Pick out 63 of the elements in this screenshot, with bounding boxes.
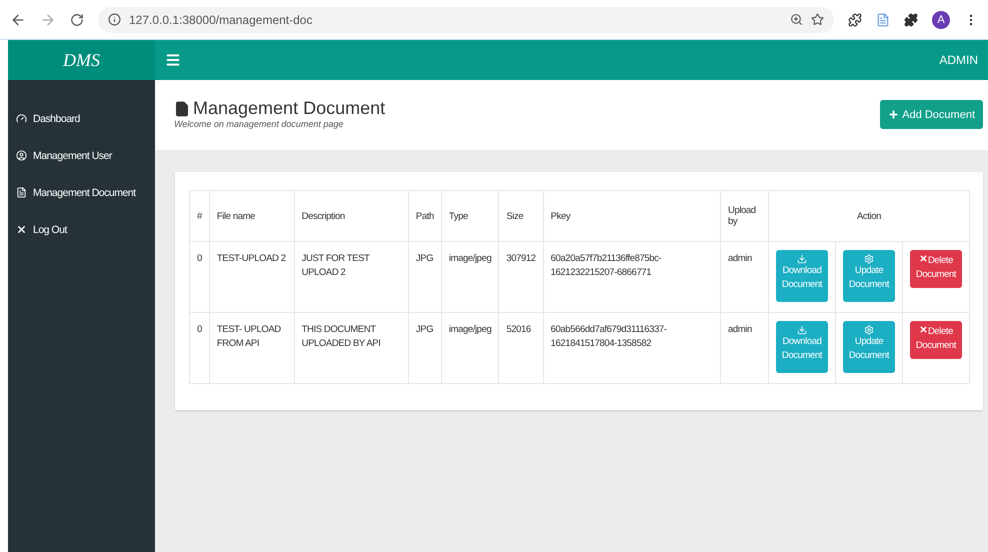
- document-icon[interactable]: [876, 12, 890, 26]
- address-bar[interactable]: 127.0.0.1:38000/management-doc: [98, 6, 834, 32]
- star-icon[interactable]: [811, 13, 824, 26]
- close-icon: [918, 254, 928, 263]
- column-header: Upload by: [720, 190, 768, 242]
- document-icon: [174, 100, 190, 116]
- page-subtitle: Welcome on management document page: [174, 119, 344, 129]
- column-header: #: [190, 190, 210, 242]
- column-header: Description: [294, 190, 408, 242]
- download-icon: [796, 325, 807, 335]
- brand-logo[interactable]: DMS: [8, 40, 155, 80]
- description-cell: THIS DOCUMENT UPLOADED BY API: [294, 312, 408, 384]
- user-name[interactable]: ADMIN: [939, 53, 978, 67]
- download-document-button[interactable]: Download Document: [776, 321, 828, 373]
- sidebar-item[interactable]: Dashboard: [8, 100, 155, 137]
- pkey-cell: 60a20a57f7b21136ffe875bc-1621232215207-6866771: [543, 242, 720, 312]
- size-cell: 307912: [498, 242, 544, 312]
- sidebar-item[interactable]: Management User: [8, 137, 155, 174]
- column-header: Action: [768, 190, 970, 242]
- close-icon: [918, 325, 928, 334]
- extension-icon[interactable]: [848, 12, 862, 26]
- add-document-button[interactable]: Add Document: [880, 100, 983, 129]
- update-document-button[interactable]: Update Document: [842, 250, 895, 302]
- path-cell: JPG: [408, 242, 442, 312]
- delete-document-button[interactable]: Delete Document: [910, 321, 962, 359]
- type-cell: image/jpeg: [441, 242, 499, 312]
- path-cell: JPG: [408, 312, 442, 384]
- puzzle-icon[interactable]: [904, 12, 918, 26]
- description-cell: JUST FOR TEST UPLOAD 2: [294, 242, 408, 312]
- upload-by-cell: admin: [720, 242, 768, 312]
- download-document-button[interactable]: Download Document: [776, 250, 828, 302]
- column-header: Path: [408, 190, 442, 242]
- gears-icon: [864, 325, 874, 335]
- back-icon[interactable]: [10, 12, 26, 28]
- column-header: File name: [209, 190, 294, 242]
- user-icon: [16, 150, 27, 161]
- sidebar-item[interactable]: Management Document: [8, 174, 155, 211]
- dashboard-icon: [16, 113, 27, 124]
- row-number-cell: 0: [190, 242, 210, 312]
- info-icon: [108, 13, 121, 26]
- size-cell: 52016: [498, 312, 544, 384]
- pkey-cell: 60ab566dd7af679d31116337-1621841517804-1358582: [543, 312, 720, 384]
- close-icon: [16, 224, 27, 235]
- row-number-cell: 0: [190, 312, 210, 384]
- gears-icon: [864, 254, 874, 264]
- file-name-cell: TEST-UPLOAD 2: [209, 242, 294, 312]
- column-header: Size: [498, 190, 544, 242]
- update-document-button[interactable]: Update Document: [842, 321, 895, 373]
- plus-icon: [888, 109, 900, 120]
- reload-icon[interactable]: [70, 12, 84, 26]
- url-text: 127.0.0.1:38000/management-doc: [129, 12, 314, 26]
- profile-avatar[interactable]: A: [932, 10, 950, 28]
- type-cell: image/jpeg: [441, 312, 499, 384]
- column-header: Pkey: [543, 190, 720, 242]
- upload-by-cell: admin: [720, 312, 768, 384]
- document-icon: [16, 187, 27, 198]
- sidebar-item[interactable]: Log Out: [8, 211, 155, 248]
- file-name-cell: TEST- UPLOAD FROM API: [209, 312, 294, 384]
- delete-document-button[interactable]: Delete Document: [910, 250, 962, 288]
- column-header: Type: [441, 190, 499, 242]
- page-title: Management Document: [193, 98, 386, 119]
- download-icon: [796, 254, 807, 264]
- zoom-icon[interactable]: [790, 13, 803, 26]
